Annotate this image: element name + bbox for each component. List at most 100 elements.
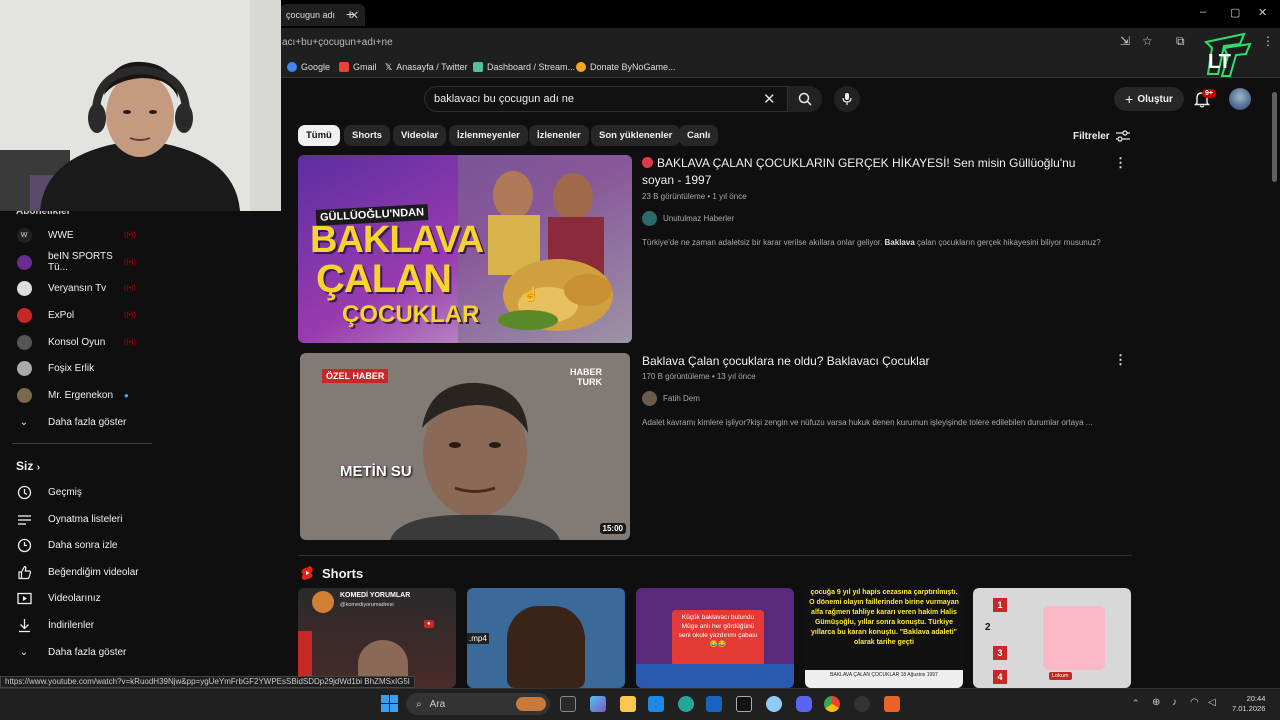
bookmark-star-icon[interactable]: ☆ [1142, 34, 1153, 48]
screen: çocugun adı ✕ + – ▢ ✕ acı+bu+çocugun+adı… [0, 0, 1280, 720]
sidebar-item-watch-later[interactable]: Daha sonra izle [16, 533, 117, 557]
url-text[interactable]: acı+bu+çocugun+adı+ne [282, 37, 393, 48]
video-thumbnail-2[interactable]: ÖZEL HABER HABER TURK METİN SU 15:00 [300, 353, 630, 540]
install-app-icon[interactable]: ⇲ [1120, 34, 1130, 48]
short-item-4[interactable]: çocuğa 9 yıl yıl hapis cezasına çarptırı… [805, 588, 963, 688]
sidebar-item-your-videos[interactable]: Videolarınız [16, 586, 101, 610]
chip-shorts[interactable]: Shorts [344, 125, 391, 146]
chip-live[interactable]: Canlı [679, 125, 719, 146]
sidebar-item-mr-ergenekon[interactable]: Mr. Ergenekon ● [16, 383, 129, 407]
more-actions-icon[interactable]: ⋮ [1114, 352, 1127, 368]
browser-menu-icon[interactable]: ⋮ [1262, 34, 1274, 48]
search-button[interactable] [788, 86, 822, 112]
bookmark-donate[interactable]: Donate ByNoGame... [576, 60, 676, 74]
create-button[interactable]: + Oluştur [1114, 87, 1184, 111]
taskbar-search[interactable]: ⌕ Ara [406, 693, 550, 715]
sidebar-item-history[interactable]: Geçmiş [16, 480, 82, 504]
plus-icon: + [1125, 91, 1134, 107]
short-item-2[interactable]: .mp4 [467, 588, 625, 688]
duration-badge: 15:00 [599, 523, 626, 534]
shorts-logo-icon [301, 566, 313, 580]
chip-watched[interactable]: İzlenenler [529, 125, 589, 146]
voice-search-button[interactable] [834, 86, 860, 112]
bookmark-google[interactable]: Google [287, 60, 330, 74]
volume-icon[interactable]: ◁ [1208, 697, 1216, 708]
windows-taskbar [0, 688, 1280, 720]
short-item-3[interactable]: Küçük baklavacı bulundu Müge anlı her gö… [636, 588, 794, 688]
bookmark-gmail[interactable]: Gmail [339, 60, 377, 74]
more-actions-icon[interactable]: ⋮ [1114, 155, 1127, 171]
video-description-1: Türkiye'de ne zaman adaletsiz bir karar … [642, 238, 1101, 247]
bookmark-dashboard[interactable]: Dashboard / Stream... [473, 60, 575, 74]
sidebar-item-bein-sports[interactable]: beIN SPORTS Tü... ((•)) [16, 250, 136, 274]
video-channel-2[interactable]: Fatih Dem [642, 391, 700, 406]
sidebar-you-heading[interactable]: Siz › [16, 459, 40, 473]
system-clock[interactable]: 20:44 7.01.2026 [1232, 694, 1265, 714]
capcut-icon[interactable] [736, 696, 752, 712]
file-explorer-icon[interactable] [620, 696, 636, 712]
sidebar-show-more-subscriptions[interactable]: ⌄ Daha fazla göster [16, 410, 127, 434]
settings-gear-icon[interactable] [766, 696, 782, 712]
clear-search-icon[interactable]: ✕ [763, 90, 776, 108]
new-content-dot-icon: ● [124, 390, 129, 400]
chevron-down-icon: ⌄ [19, 646, 29, 658]
live-badge: ● [424, 620, 434, 628]
windows-start-icon[interactable] [381, 695, 398, 712]
microphone-tray-icon[interactable]: ♪ [1172, 697, 1177, 708]
copilot-icon[interactable] [590, 696, 606, 712]
obs-icon[interactable] [854, 696, 870, 712]
sidebar-item-konsol-oyun[interactable]: Konsol Oyun ((•)) [16, 330, 136, 354]
channel-avatar [16, 254, 32, 270]
thumbnail-caption-line3: ÇOCUKLAR [342, 301, 480, 328]
sidebar-show-more-you[interactable]: ⌄ Daha fazla göster [16, 640, 127, 664]
video-channel-1[interactable]: Unutulmaz Haberler [642, 211, 734, 226]
sidebar-item-downloads[interactable]: İndirilenler [16, 613, 94, 637]
short-item-1[interactable]: KOMEDİ YORUMLAR @komediyorumadresi ● [298, 588, 456, 688]
sidebar-item-fosix-erlik[interactable]: Foşix Erlik [16, 356, 94, 380]
watch-later-icon [16, 537, 32, 553]
sidebar-item-liked-videos[interactable]: Beğendiğim videolar [16, 560, 139, 584]
section-divider [298, 555, 1132, 556]
edge-icon[interactable] [678, 696, 694, 712]
live-indicator-icon: ((•)) [124, 338, 136, 346]
close-window-button[interactable]: ✕ [1258, 6, 1267, 19]
outlook-icon[interactable] [706, 696, 722, 712]
wifi-icon[interactable]: ◠ [1190, 697, 1199, 708]
sidebar-item-veryansin-tv[interactable]: Veryansın Tv ((•)) [16, 276, 136, 300]
live-indicator-icon: ((•)) [124, 231, 136, 239]
app-icon[interactable] [884, 696, 900, 712]
webcam-overlay [0, 0, 281, 211]
chrome-icon[interactable] [824, 696, 840, 712]
short-item-5[interactable]: 1 2 3 4 Lokum [973, 588, 1131, 688]
new-tab-button[interactable]: + [346, 6, 354, 22]
discord-icon[interactable] [796, 696, 812, 712]
maximize-button[interactable]: ▢ [1230, 6, 1240, 19]
tray-overflow-icon[interactable]: ⌃ [1132, 698, 1140, 709]
bookmark-twitter[interactable]: 𝕏 Anasayfa / Twitter [385, 60, 468, 74]
minimize-button[interactable]: – [1200, 6, 1206, 18]
store-icon[interactable] [648, 696, 664, 712]
search-input[interactable]: baklavacı bu çocugun adı ne [434, 93, 574, 105]
network-icon[interactable]: ⊕ [1152, 697, 1160, 708]
task-view-icon[interactable] [560, 696, 576, 712]
chip-recently-uploaded[interactable]: Son yüklenenler [591, 125, 681, 146]
extensions-icon[interactable]: ⧉ [1176, 34, 1185, 49]
account-avatar[interactable] [1229, 88, 1251, 110]
scrollbar-thumb[interactable] [1272, 92, 1277, 182]
chip-all[interactable]: Tümü [298, 125, 340, 146]
like-icon [16, 564, 32, 580]
sidebar-item-playlists[interactable]: Oynatma listeleri [16, 507, 122, 531]
sidebar-item-expol[interactable]: ExPol ((•)) [16, 303, 136, 327]
filters-button[interactable]: Filtreler [1073, 130, 1130, 142]
link-status-url: https://www.youtube.com/watch?v=kRuodH39… [0, 676, 415, 688]
sidebar-item-wwe[interactable]: W WWE ((•)) [16, 223, 136, 247]
lokum-image [1043, 606, 1105, 670]
video-thumbnail-1[interactable]: GÜLLÜOĞLU'NDAN BAKLAVA ÇALAN ÇOCUKLAR [298, 155, 632, 343]
search-highlight-icon [516, 697, 546, 711]
thumbnail-caption-line2: ÇALAN [316, 257, 452, 301]
chip-videos[interactable]: Videolar [393, 125, 447, 146]
chip-unwatched[interactable]: İzlenmeyenler [449, 125, 528, 146]
x-twitter-icon: 𝕏 [385, 62, 393, 72]
video-title-2[interactable]: Baklava Çalan çocuklara ne oldu? Baklava… [642, 353, 1102, 370]
video-title-1[interactable]: BAKLAVA ÇALAN ÇOCUKLARIN GERÇEK HİKAYESİ… [642, 155, 1102, 189]
